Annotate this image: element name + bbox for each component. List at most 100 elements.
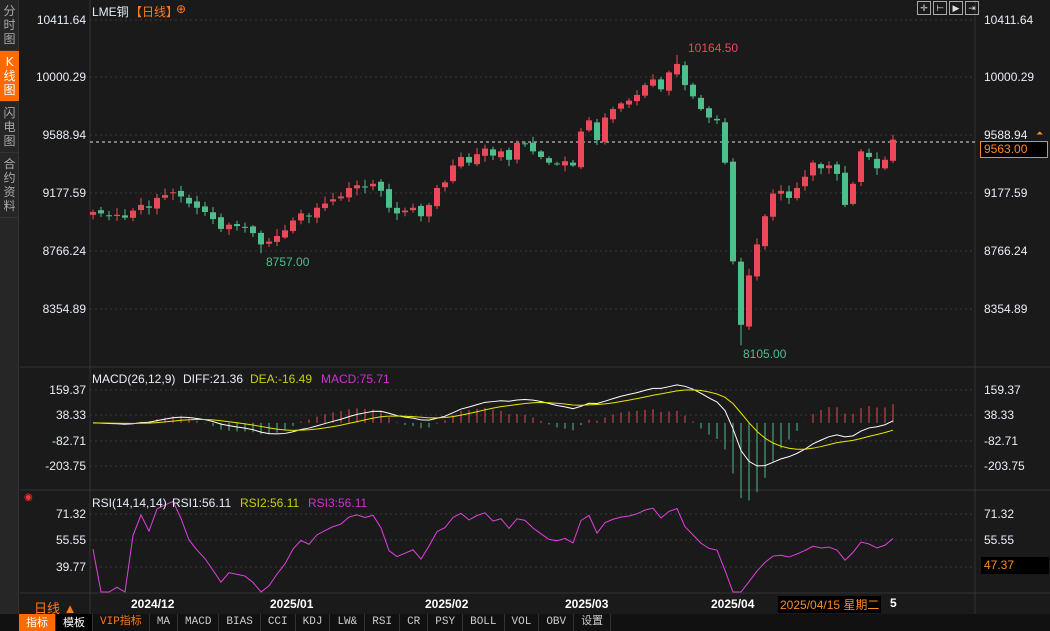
time-tick: 2025/03	[565, 597, 609, 611]
candle-body	[562, 161, 568, 166]
candle-body	[394, 207, 400, 214]
rsi-tick-right: 55.55	[984, 533, 1015, 547]
indicator-toolbar: 指标 模板 VIP指标 MA MACD BIAS CCI KDJ LW& RSI CR PSY BOLL…	[0, 614, 1050, 631]
toolbar-button[interactable]: CR	[400, 614, 429, 631]
toolbar-button[interactable]: 指标	[19, 614, 56, 631]
circle-plus-icon[interactable]: ⊕	[176, 2, 186, 16]
candle-body	[322, 203, 328, 209]
toolbar-button[interactable]: RSI	[365, 614, 401, 631]
toolbar-button[interactable]: BOLL	[463, 614, 505, 631]
macd-diff: DIFF:21.36	[183, 372, 244, 386]
candle-body	[114, 214, 120, 216]
low-annotation-1: 8757.00	[266, 255, 310, 269]
macd-tick-right: 38.33	[984, 408, 1015, 422]
candle-body	[858, 151, 864, 182]
macd-tick-left: 159.37	[49, 383, 86, 397]
exit-icon[interactable]: ⇥	[965, 1, 979, 15]
candle-body	[642, 85, 648, 96]
macd-tick-right: -82.71	[984, 434, 1019, 448]
macd-value: MACD:75.71	[321, 372, 390, 386]
candle-body	[466, 156, 472, 163]
candle-body	[754, 244, 760, 277]
candle-body	[506, 150, 512, 160]
rsi-tick-left: 39.77	[55, 560, 86, 574]
candle-body	[698, 97, 704, 110]
toolbar-button[interactable]: KDJ	[296, 614, 331, 631]
candle-body	[682, 65, 688, 86]
candle-body	[130, 210, 136, 218]
range-icon[interactable]: ⊢	[933, 1, 947, 15]
symbol-title: LME铜	[92, 5, 129, 19]
candle-body	[498, 151, 504, 158]
toolbar-button[interactable]: CCI	[261, 614, 296, 631]
candle-body	[354, 185, 360, 189]
candle-body	[434, 188, 440, 207]
candle-body	[594, 122, 600, 141]
candle-body	[362, 186, 368, 188]
rsi1-value: RSI1:56.11	[172, 496, 232, 510]
candle-body	[770, 193, 776, 217]
candle-body	[106, 215, 112, 217]
time-tick: 2025/02	[425, 597, 469, 611]
candle-body	[866, 152, 872, 158]
candle-body	[882, 159, 888, 169]
candle-body	[482, 148, 488, 156]
toolbar-button[interactable]: 模板	[56, 614, 93, 631]
candle-body	[690, 84, 696, 97]
candle-body	[306, 215, 312, 217]
macd-tick-left: -82.71	[51, 434, 86, 448]
toolbar-button[interactable]: BIAS	[219, 614, 261, 631]
toolbar-button[interactable]: OBV	[539, 614, 575, 631]
price-tick-left: 8354.89	[42, 302, 86, 316]
candle-body	[738, 261, 744, 325]
macd-tick-left: -203.75	[45, 459, 86, 473]
high-annotation: 10164.50	[688, 41, 739, 55]
price-tick-left: 9588.94	[42, 128, 86, 142]
candle-body	[330, 199, 336, 202]
candle-body	[786, 191, 792, 198]
indicator-settings-icon[interactable]: ◉	[24, 492, 33, 503]
candle-body	[370, 183, 376, 187]
candle-body	[722, 122, 728, 163]
candle-body	[378, 181, 384, 191]
rsi-line	[92, 500, 894, 593]
rsi-tick-left: 71.32	[55, 507, 86, 521]
candle-body	[530, 142, 536, 152]
toolbar-button[interactable]: MACD	[178, 614, 220, 631]
candle-body	[762, 216, 768, 247]
candle-body	[298, 213, 304, 221]
candle-body	[626, 100, 632, 105]
candle-body	[274, 235, 280, 242]
period-label: 【日线】	[130, 5, 179, 19]
toolbar-button[interactable]: MA	[150, 614, 179, 631]
macd-tick-right: -203.75	[984, 459, 1025, 473]
rsi-title: RSI(14,14,14)	[92, 496, 167, 510]
candle-body	[218, 217, 224, 229]
time-tick: 2025/01	[270, 597, 314, 611]
toolbar-button[interactable]: 设置	[574, 614, 612, 631]
price-tick-right: 10000.29	[984, 70, 1035, 84]
candle-body	[810, 162, 816, 176]
candle-body	[146, 206, 152, 208]
play-icon[interactable]: ▶	[949, 1, 963, 15]
candle-body	[714, 118, 720, 121]
candle-body	[162, 195, 168, 198]
candle-body	[314, 207, 320, 218]
candle-body	[138, 204, 144, 211]
candle-body	[170, 192, 176, 194]
toolbar-button[interactable]: PSY	[428, 614, 464, 631]
candle-body	[234, 224, 240, 227]
macd-title: MACD(26,12,9)	[92, 372, 176, 386]
candle-body	[122, 215, 128, 218]
chart-canvas[interactable]	[0, 0, 1050, 614]
candle-body	[282, 230, 288, 238]
price-tick-right: 10411.64	[984, 13, 1034, 27]
toolbar-button[interactable]: VOL	[505, 614, 540, 631]
crosshair-icon[interactable]: ✛	[917, 1, 931, 15]
price-tick-right: 9588.94	[984, 128, 1028, 142]
rsi-cursor-value: 47.37	[981, 557, 1049, 574]
candle-body	[346, 188, 352, 198]
candle-body	[290, 220, 296, 232]
toolbar-button[interactable]: VIP指标	[93, 614, 150, 631]
toolbar-button[interactable]: LW&	[330, 614, 366, 631]
